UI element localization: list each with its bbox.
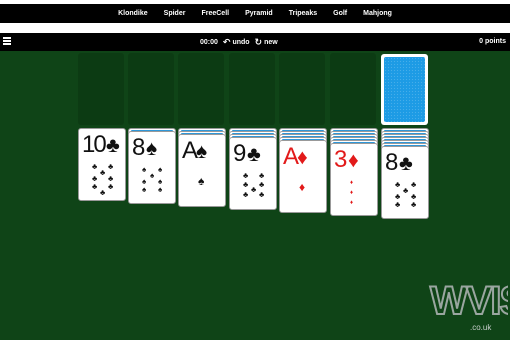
clubs-pip-icon: ♣ [403,186,409,195]
white-band [0,23,510,33]
clubs-pip-icon: ♣ [92,182,98,191]
clubs-pip-icon: ♣ [251,185,257,194]
game-nav: Klondike Spider FreeCell Pyramid Tripeak… [0,4,510,23]
clubs-pip-icon: ♣ [259,190,265,199]
clubs-pip-icon: ♣ [243,180,249,189]
clubs-pip-icon: ♣ [411,180,417,189]
game-toolbar: 00:00 ↶ undo ↻ new 0 points [0,33,510,51]
clubs-suit-icon: ♣ [247,143,261,166]
nav-pyramid[interactable]: Pyramid [237,4,281,23]
card-rank: 3 [334,146,347,173]
diamonds-pip-icon: ♦ [299,180,306,194]
clubs-pip-icon: ♣ [100,168,106,177]
nav-tripeaks[interactable]: Tripeaks [281,4,325,23]
hamburger-menu-icon[interactable] [3,37,11,47]
clubs-pip-icon: ♣ [259,180,265,189]
new-label: new [264,38,278,46]
empty-slot[interactable] [330,53,376,125]
empty-slot[interactable] [229,53,275,125]
spades-pip-icon: ♠ [142,165,147,174]
card-rank: 9 [233,140,246,167]
stock-pile[interactable] [381,54,428,125]
clubs-pip-icon: ♣ [395,200,401,209]
card-10-of-clubs[interactable]: 10 ♣ ♣ ♣ ♣ ♣ ♣ ♣ ♣ ♣ [78,128,126,201]
clubs-pip-icon: ♣ [259,171,265,180]
card-8-of-clubs[interactable]: 8 ♣ ♣ ♣ ♣ ♣ ♣ ♣ ♣ [381,146,429,219]
undo-label: undo [232,38,250,46]
undo-icon: ↶ [222,36,231,47]
diamonds-pip-icon: ♦ [350,180,354,186]
nav-golf[interactable]: Golf [325,4,355,23]
diamonds-pip-icon: ♦ [350,190,354,196]
diamonds-pip-icon: ♦ [350,200,354,206]
spades-pip-icon: ♠ [142,185,147,194]
card-9-of-clubs[interactable]: 9 ♣ ♣ ♣ ♣ ♣ ♣ ♣ ♣ [229,137,277,210]
empty-slot[interactable] [279,53,325,125]
card-rank: 10 [82,131,107,158]
card-a-of-spades[interactable]: A ♠ ♠ [178,134,226,207]
clubs-pip-icon: ♣ [108,162,114,171]
clubs-pip-icon: ♣ [108,182,114,191]
card-8-of-spades[interactable]: 8 ♠ ♠ ♠ ♠ ♠ ♠ ♠ ♠ [128,131,176,204]
nav-spider[interactable]: Spider [156,4,194,23]
undo-button[interactable]: ↶ undo [222,36,250,47]
clubs-suit-icon: ♣ [106,134,120,157]
card-3-of-diamonds[interactable]: 3 ♦ ♦ ♦ ♦ [330,143,378,216]
card-rank: A [283,143,299,170]
refresh-icon: ↻ [254,36,263,47]
empty-slot[interactable] [128,53,174,125]
svg-text:.co.uk: .co.uk [470,323,492,332]
nav-mahjong[interactable]: Mahjong [355,4,400,23]
score-points: 0 points [479,38,506,45]
spades-suit-icon: ♠ [146,137,158,160]
clubs-pip-icon: ♣ [411,200,417,209]
card-rank: 8 [385,149,398,176]
clubs-pip-icon: ♣ [395,180,401,189]
clubs-suit-icon: ♣ [399,152,413,175]
clubs-pip-icon: ♣ [243,171,249,180]
diamonds-suit-icon: ♦ [297,146,308,169]
spades-pip-icon: ♠ [198,174,205,188]
card-rank: 8 [132,134,145,161]
card-rank: A [182,137,198,164]
nav-freecell[interactable]: FreeCell [193,4,237,23]
clubs-pip-icon: ♣ [243,190,249,199]
spades-pip-icon: ♠ [158,185,163,194]
spades-pip-icon: ♠ [158,165,163,174]
diamonds-suit-icon: ♦ [348,149,359,172]
svg-text:WVIS: WVIS [430,279,508,323]
card-a-of-diamonds[interactable]: A ♦ ♦ [279,140,327,213]
card-back [384,57,425,122]
wvis-watermark-logo: WVIS .co.uk [429,278,508,332]
empty-slot[interactable] [78,53,124,125]
empty-slot[interactable] [178,53,224,125]
timer: 00:00 [200,38,218,46]
new-game-button[interactable]: ↻ new [254,36,278,47]
spades-pip-icon: ♠ [150,171,155,180]
clubs-pip-icon: ♣ [100,188,106,197]
nav-klondike[interactable]: Klondike [110,4,156,23]
spades-suit-icon: ♠ [196,140,208,163]
clubs-pip-icon: ♣ [92,162,98,171]
